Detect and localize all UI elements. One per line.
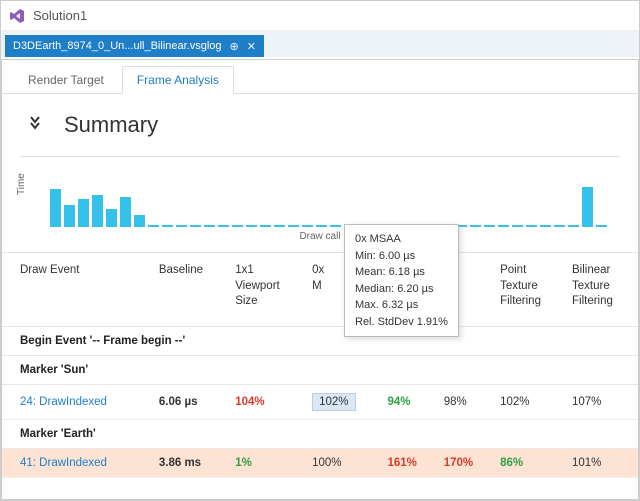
col-event[interactable]: Draw Event [2, 253, 153, 327]
close-icon[interactable]: ✕ [247, 40, 256, 53]
chart-ylabel: Time [16, 173, 27, 195]
chart-bar[interactable] [64, 205, 75, 227]
chart-xlabel: Draw call [2, 227, 638, 252]
draw-event-link[interactable]: 41: DrawIndexed [20, 457, 107, 469]
document-tab-label: D3DEarth_8974_0_Un...ull_Bilinear.vsglog [13, 40, 222, 52]
chart-bar[interactable] [134, 215, 145, 227]
chart-bar[interactable] [288, 225, 299, 227]
table-header-row: Draw Event Baseline 1x1 Viewport Size 0x… [2, 253, 638, 327]
chart-bar[interactable] [50, 189, 61, 227]
cell-point: 102% [494, 384, 566, 419]
document-tab-strip: D3DEarth_8974_0_Un...ull_Bilinear.vsglog… [1, 31, 639, 57]
cell-4x: 98% [438, 384, 494, 419]
cell-2x: 161% [387, 457, 416, 469]
chart-bar[interactable] [232, 225, 243, 227]
pin-icon[interactable]: ⊕ [230, 40, 239, 53]
section-marker-earth: Marker 'Earth' [2, 419, 638, 448]
content-pane: Render Target Frame Analysis Summary Tim… [1, 59, 639, 500]
vs-logo-icon [9, 8, 25, 24]
tooltip-line: Mean: 6.18 µs [355, 264, 448, 281]
chart-bar[interactable] [274, 225, 285, 227]
results-table: Draw Event Baseline 1x1 Viewport Size 0x… [2, 252, 638, 478]
tab-frame-analysis[interactable]: Frame Analysis [122, 66, 234, 94]
chart-bar[interactable] [260, 225, 271, 227]
chart-bar[interactable] [568, 225, 579, 227]
draw-event-link[interactable]: 24: DrawIndexed [20, 396, 107, 408]
titlebar: Solution1 [1, 1, 639, 31]
chart-bar[interactable] [162, 225, 173, 227]
chart-bar[interactable] [540, 225, 551, 227]
document-tab-active[interactable]: D3DEarth_8974_0_Un...ull_Bilinear.vsglog… [5, 35, 264, 57]
chart-bar[interactable] [316, 225, 327, 227]
chart-bar[interactable] [176, 225, 187, 227]
chart-bar[interactable] [484, 225, 495, 227]
tab-render-target[interactable]: Render Target [14, 67, 118, 93]
chart-bar[interactable] [78, 199, 89, 227]
stats-tooltip: 0x MSAA Min: 6.00 µs Mean: 6.18 µs Media… [344, 224, 459, 337]
table-row[interactable]: 24: DrawIndexed 6.06 µs 104% 102% 94% 98… [2, 384, 638, 419]
tooltip-line: Max. 6.32 µs [355, 297, 448, 314]
chart-bar[interactable] [246, 225, 257, 227]
window-title: Solution1 [33, 8, 87, 23]
chart-bar[interactable] [120, 197, 131, 227]
chart-bar[interactable] [330, 225, 341, 227]
inner-tab-strip: Render Target Frame Analysis [2, 60, 638, 94]
cell-2x: 94% [387, 396, 410, 408]
results-table-container: Draw Event Baseline 1x1 Viewport Size 0x… [2, 252, 638, 478]
chart-bar[interactable] [302, 225, 313, 227]
cell-bilinear: 101% [566, 448, 638, 477]
chart-bar[interactable] [92, 195, 103, 227]
cell-baseline: 6.06 µs [153, 384, 229, 419]
chart-bar[interactable] [148, 225, 159, 227]
chart-bars [50, 177, 620, 227]
summary-title: Summary [64, 112, 158, 138]
chart-bar[interactable] [218, 225, 229, 227]
cell-4x: 170% [444, 457, 473, 469]
summary-header: Summary [2, 94, 638, 146]
chart-bar[interactable] [512, 225, 523, 227]
col-point-filter[interactable]: Point Texture Filtering [494, 253, 566, 327]
chart-bar[interactable] [470, 225, 481, 227]
tooltip-line: Rel. StdDev 1.91% [355, 314, 448, 331]
cell-baseline: 3.86 ms [153, 448, 229, 477]
tooltip-line: 0x MSAA [355, 231, 448, 248]
chart-bar[interactable] [582, 187, 593, 227]
chart-bar[interactable] [596, 225, 607, 227]
time-chart: Time [2, 157, 638, 227]
cell-viewport: 1% [235, 457, 252, 469]
chart-bar[interactable] [498, 225, 509, 227]
chart-bar[interactable] [526, 225, 537, 227]
tooltip-line: Min: 6.00 µs [355, 248, 448, 265]
chart-bar[interactable] [190, 225, 201, 227]
tooltip-line: Median: 6.20 µs [355, 281, 448, 298]
section-frame-begin: Begin Event '-- Frame begin --' [2, 326, 638, 355]
col-baseline[interactable]: Baseline [153, 253, 229, 327]
col-bilinear-filter[interactable]: Bilinear Texture Filtering [566, 253, 638, 327]
chart-bar[interactable] [204, 225, 215, 227]
cell-viewport: 104% [235, 396, 264, 408]
cell-point: 86% [500, 457, 523, 469]
cell-bilinear: 107% [566, 384, 638, 419]
chart-bar[interactable] [106, 209, 117, 227]
section-marker-sun: Marker 'Sun' [2, 355, 638, 384]
chart-bar[interactable] [554, 225, 565, 227]
col-viewport[interactable]: 1x1 Viewport Size [229, 253, 306, 327]
cell-0x-selected[interactable]: 102% [312, 393, 355, 411]
cell-0x: 100% [306, 448, 381, 477]
table-row[interactable]: 41: DrawIndexed 3.86 ms 1% 100% 161% 170… [2, 448, 638, 477]
collapse-icon[interactable] [30, 116, 48, 135]
